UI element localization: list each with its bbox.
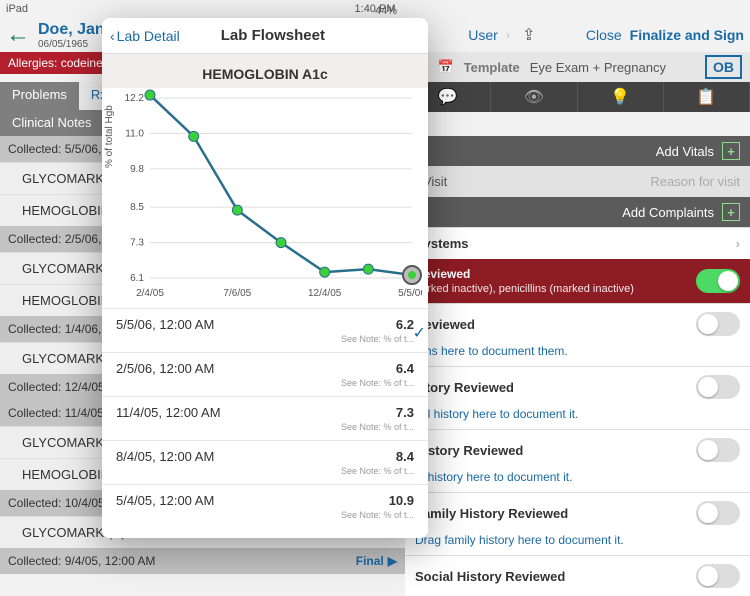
allergies-reviewed-section[interactable]: Reviewed narked inactive), penicillins (…: [405, 259, 750, 303]
play-icon: ▶: [388, 554, 397, 568]
lab-flowsheet-modal: ‹Lab Detail Lab Flowsheet HEMOGLOBIN A1c…: [102, 18, 428, 538]
y-axis-label: % of total Hgb: [104, 105, 115, 168]
svg-text:9.8: 9.8: [130, 164, 144, 175]
chevron-left-icon: ‹: [110, 28, 115, 44]
add-vitals-bar[interactable]: Add Vitals +: [405, 136, 750, 166]
svg-text:2/4/05: 2/4/05: [136, 288, 164, 299]
toggle-switch[interactable]: [696, 375, 740, 399]
ob-badge[interactable]: OB: [705, 55, 742, 79]
check-icon: ✓: [413, 323, 426, 343]
chart-title: HEMOGLOBIN A1c: [102, 54, 428, 88]
result-row[interactable]: 2/5/06, 12:00 AM6.4See Note: % of t...: [102, 352, 428, 396]
user-label[interactable]: User: [468, 27, 498, 43]
section-title: istory Reviewed: [415, 380, 514, 395]
visit-hint: Reason for visit: [650, 174, 740, 189]
results-list[interactable]: 5/5/06, 12:00 AM6.2See Note: % of t...✓2…: [102, 308, 428, 538]
template-label: Template: [464, 60, 520, 75]
plus-icon[interactable]: +: [722, 142, 740, 160]
toggle-switch[interactable]: [696, 501, 740, 525]
result-row[interactable]: 5/5/06, 12:00 AM6.2See Note: % of t...✓: [102, 308, 428, 352]
add-complaints-label: Add Complaints: [622, 205, 714, 220]
section-title: Social History Reviewed: [415, 569, 565, 584]
svg-text:7/6/05: 7/6/05: [223, 288, 251, 299]
family-history-section[interactable]: Family History Reviewed Drag family hist…: [405, 492, 750, 555]
add-vitals-label: Add Vitals: [656, 144, 714, 159]
back-icon[interactable]: ←: [6, 21, 30, 49]
tab-problems[interactable]: Problems: [0, 82, 79, 110]
section-title: History Reviewed: [415, 443, 523, 458]
clipboard-icon[interactable]: 📋: [664, 82, 750, 112]
section-sub: narked inactive), penicillins (marked in…: [415, 283, 634, 295]
section-sub: cal history here to document it.: [405, 407, 750, 429]
result-row[interactable]: 5/4/05, 12:00 AM10.9See Note: % of t...: [102, 484, 428, 528]
template-row: 14 📅 Template Eye Exam + Pregnancy OB: [405, 52, 750, 82]
result-row[interactable]: 11/4/05, 12:00 AM7.3See Note: % of t...: [102, 396, 428, 440]
bulb-icon[interactable]: 💡: [578, 82, 664, 112]
svg-text:5/5/06: 5/5/06: [398, 288, 422, 299]
chart-area[interactable]: % of total Hgb 12.2 11.0 9.8 8.5 7.3 6.1 2/4/0…: [102, 88, 422, 308]
battery-pct: 44%: [375, 5, 397, 17]
line-chart: 12.2 11.0 9.8 8.5 7.3 6.1 2/4/05 7/6/05 12/4/05 5…: [102, 88, 422, 308]
chevron-right-icon[interactable]: ›: [506, 28, 510, 42]
toggle-switch[interactable]: [696, 312, 740, 336]
bluetooth-icon: ✱: [381, 0, 390, 1]
svg-text:12/4/05: 12/4/05: [308, 288, 342, 299]
svg-text:6.1: 6.1: [130, 273, 144, 284]
collection-header[interactable]: Collected: 9/4/05, 12:00 AMFinal ▶: [0, 548, 405, 574]
result-row[interactable]: 8/4/05, 12:00 AM8.4See Note: % of t...: [102, 440, 428, 484]
svg-text:11.0: 11.0: [125, 128, 144, 139]
toggle-switch[interactable]: [696, 438, 740, 462]
systems-section[interactable]: Systems›: [405, 227, 750, 259]
section-title: Reviewed: [415, 267, 634, 281]
calendar-icon[interactable]: 📅: [437, 59, 453, 75]
share-icon[interactable]: ⇪: [518, 24, 540, 46]
reviewed-section[interactable]: Reviewed ems here to document them.: [405, 303, 750, 366]
template-value[interactable]: Eye Exam + Pregnancy: [530, 60, 666, 75]
close-button[interactable]: Close: [586, 27, 622, 43]
section-sub: al history here to document it.: [405, 470, 750, 492]
toggle-switch[interactable]: [696, 269, 740, 293]
modal-header: ‹Lab Detail Lab Flowsheet: [102, 18, 428, 54]
svg-text:8.5: 8.5: [130, 202, 144, 213]
plus-icon[interactable]: +: [722, 203, 740, 221]
svg-text:7.3: 7.3: [130, 238, 144, 249]
allergy-label: Allergies:: [8, 56, 57, 70]
device-label: iPad: [6, 3, 28, 15]
finalize-button[interactable]: Finalize and Sign: [630, 27, 744, 43]
history-section-2[interactable]: History Reviewed al history here to docu…: [405, 429, 750, 492]
chevron-right-icon: ›: [736, 236, 740, 251]
add-complaints-bar[interactable]: Add Complaints +: [405, 197, 750, 227]
svg-text:12.2: 12.2: [125, 93, 145, 104]
reason-visit-row[interactable]: r Visit Reason for visit: [405, 166, 750, 197]
section-title: Family History Reviewed: [415, 506, 568, 521]
eye-icon[interactable]: 👁: [491, 82, 577, 112]
social-history-section[interactable]: Social History Reviewed: [405, 555, 750, 596]
icon-rail: 💬 👁 💡 📋: [405, 82, 750, 112]
toggle-switch[interactable]: [696, 564, 740, 588]
encounter-panel: Add Vitals + r Visit Reason for visit Add…: [405, 136, 750, 595]
section-sub: Drag family history here to document it.: [405, 533, 750, 555]
history-section-1[interactable]: istory Reviewed cal history here to docu…: [405, 366, 750, 429]
status-bar: iPad 1:40 PM ✱ 44%: [0, 0, 750, 18]
section-sub: ems here to document them.: [405, 344, 750, 366]
modal-title: Lab Flowsheet: [118, 27, 428, 44]
